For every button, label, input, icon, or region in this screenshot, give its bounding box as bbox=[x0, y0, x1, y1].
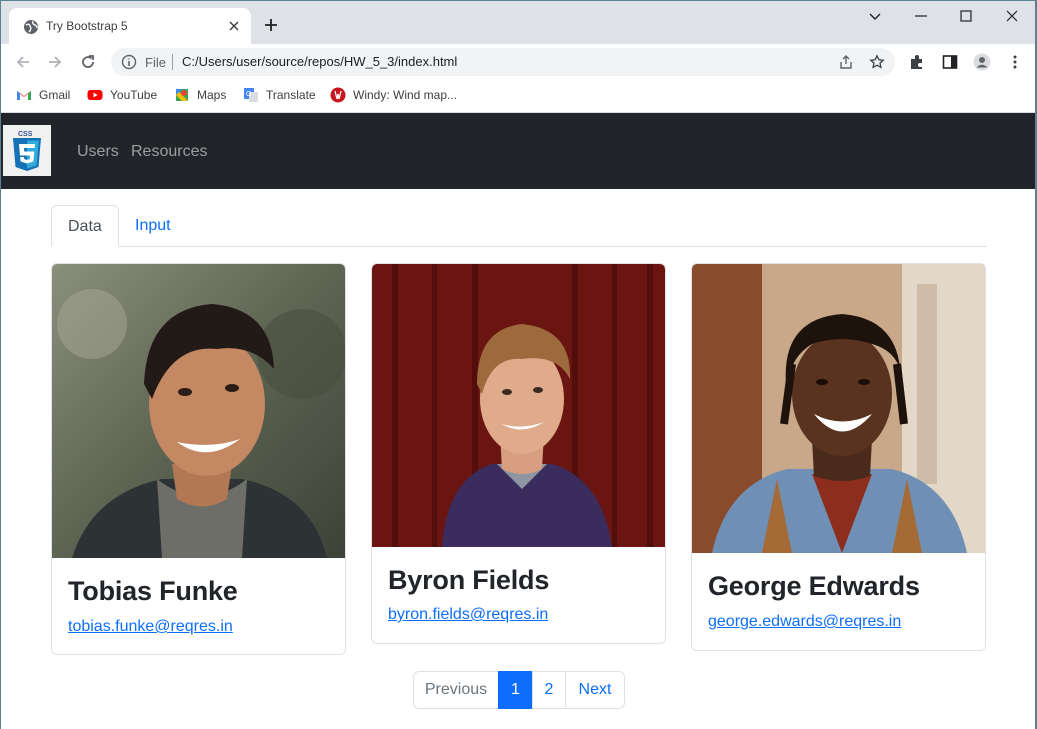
page-2-button[interactable]: 2 bbox=[532, 671, 566, 709]
close-window-icon[interactable] bbox=[1004, 8, 1020, 24]
minimize-icon[interactable] bbox=[913, 8, 929, 24]
nav-link-users[interactable]: Users bbox=[77, 143, 119, 161]
bookmark-youtube[interactable]: YouTube bbox=[87, 86, 157, 104]
previous-page-button[interactable]: Previous bbox=[413, 671, 499, 709]
windy-icon bbox=[330, 87, 346, 103]
pagination: Previous 1 2 Next bbox=[413, 671, 625, 709]
nav-link-resources[interactable]: Resources bbox=[131, 143, 207, 161]
bookmark-translate[interactable]: G Translate bbox=[243, 86, 316, 104]
user-email-link[interactable]: george.edwards@reqres.in bbox=[708, 613, 901, 631]
bookmark-windy[interactable]: Windy: Wind map... bbox=[330, 86, 457, 104]
bookmark-maps[interactable]: Maps bbox=[174, 86, 226, 104]
maps-icon bbox=[176, 89, 188, 101]
user-email-link[interactable]: tobias.funke@reqres.in bbox=[68, 618, 233, 636]
address-separator bbox=[172, 54, 173, 70]
bookmarks-bar: Gmail YouTube Maps G Translate Windy: Wi… bbox=[0, 80, 1037, 113]
tab-title: Try Bootstrap 5 bbox=[46, 19, 128, 33]
user-card: Byron Fields byron.fields@reqres.in bbox=[371, 263, 666, 644]
user-name: Tobias Funke bbox=[68, 576, 238, 606]
user-photo-george bbox=[692, 264, 985, 553]
maximize-icon[interactable] bbox=[958, 8, 974, 24]
url-text[interactable]: C:/Users/user/source/repos/HW_5_3/index.… bbox=[182, 54, 457, 69]
user-name: George Edwards bbox=[708, 571, 920, 601]
next-page-button[interactable]: Next bbox=[565, 671, 625, 709]
site-navbar: CSS Users Resources bbox=[0, 113, 1037, 189]
bookmark-gmail[interactable]: Gmail bbox=[16, 86, 70, 104]
user-card: George Edwards george.edwards@reqres.in bbox=[691, 263, 986, 651]
extensions-puzzle-icon[interactable] bbox=[908, 53, 926, 71]
site-info-icon[interactable] bbox=[121, 54, 137, 70]
page-1-button[interactable]: 1 bbox=[498, 671, 533, 709]
content-tabs: Data Input bbox=[51, 205, 987, 247]
browser-toolbar: File C:/Users/user/source/repos/HW_5_3/i… bbox=[0, 44, 1037, 80]
tab-data[interactable]: Data bbox=[51, 205, 119, 247]
svg-text:G: G bbox=[246, 91, 251, 98]
window-border-left bbox=[0, 0, 1, 729]
kebab-menu-icon[interactable] bbox=[1006, 53, 1024, 71]
share-icon[interactable] bbox=[838, 54, 854, 70]
forward-arrow-icon[interactable] bbox=[46, 53, 64, 71]
translate-icon: G bbox=[244, 88, 258, 102]
gmail-icon bbox=[17, 91, 31, 100]
bookmark-label: Windy: Wind map... bbox=[353, 88, 458, 102]
address-bar[interactable]: File C:/Users/user/source/repos/HW_5_3/i… bbox=[111, 48, 895, 76]
youtube-icon bbox=[87, 90, 103, 100]
user-card: Tobias Funke tobias.funke@reqres.in bbox=[51, 263, 346, 655]
user-name: Byron Fields bbox=[388, 565, 550, 595]
svg-text:CSS: CSS bbox=[18, 131, 33, 138]
bookmark-label: Translate bbox=[266, 88, 316, 102]
side-panel-icon[interactable] bbox=[941, 53, 959, 71]
close-tab-icon[interactable] bbox=[227, 19, 241, 33]
browser-tab[interactable]: Try Bootstrap 5 bbox=[9, 8, 251, 44]
tab-search-chevron-icon[interactable] bbox=[867, 8, 883, 24]
navbar-brand[interactable]: CSS bbox=[3, 125, 51, 176]
window-border-top bbox=[0, 0, 1037, 1]
user-photo-byron bbox=[372, 264, 665, 547]
back-arrow-icon[interactable] bbox=[14, 53, 32, 71]
tab-input[interactable]: Input bbox=[119, 205, 187, 246]
bookmark-label: YouTube bbox=[110, 88, 158, 102]
user-email-link[interactable]: byron.fields@reqres.in bbox=[388, 606, 548, 624]
profile-avatar-icon[interactable] bbox=[973, 53, 991, 71]
browser-tabstrip: Try Bootstrap 5 bbox=[0, 0, 1037, 44]
new-tab-icon[interactable] bbox=[263, 17, 279, 33]
css3-logo-icon: CSS bbox=[13, 131, 41, 171]
bookmark-label: Gmail bbox=[39, 88, 71, 102]
reload-icon[interactable] bbox=[79, 53, 97, 71]
user-photo-tobias bbox=[52, 264, 345, 558]
bookmark-label: Maps bbox=[197, 88, 227, 102]
scheme-label: File bbox=[145, 55, 166, 70]
bookmark-star-icon[interactable] bbox=[869, 54, 885, 70]
globe-icon bbox=[24, 20, 38, 34]
